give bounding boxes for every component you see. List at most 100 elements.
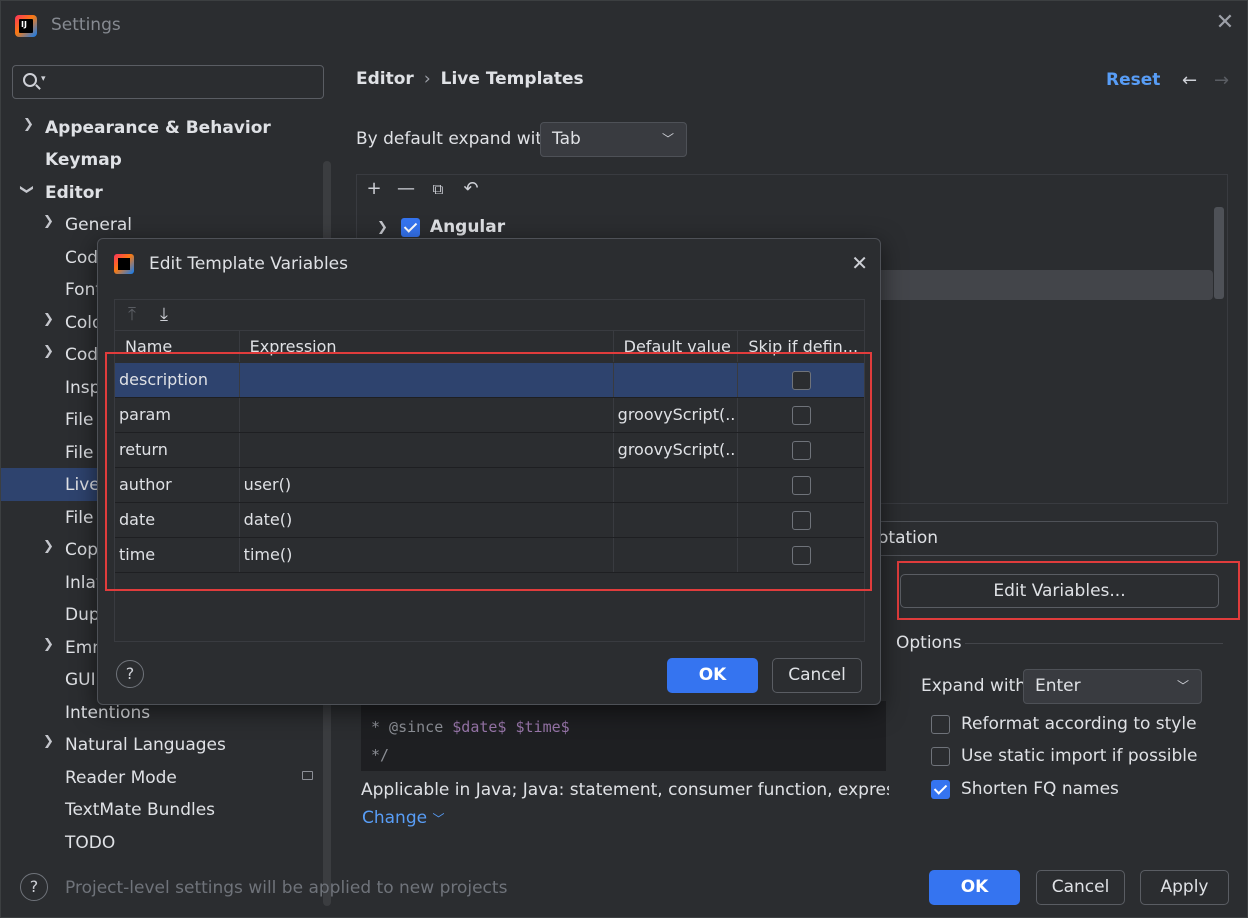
- chevron-down-icon[interactable]: ❯: [19, 184, 34, 195]
- chevron-right-icon[interactable]: ❯: [43, 312, 54, 327]
- move-up-icon[interactable]: ⤒: [120, 303, 144, 327]
- chevron-right-icon[interactable]: ❯: [23, 117, 34, 132]
- variable-default[interactable]: groovyScript(...: [614, 433, 739, 467]
- variable-expression[interactable]: time(): [240, 538, 614, 572]
- variable-expression[interactable]: [240, 433, 614, 467]
- sidebar-item-file-2[interactable]: File: [65, 437, 93, 469]
- variable-expression[interactable]: [240, 363, 614, 397]
- sidebar-item-general[interactable]: General: [65, 209, 132, 241]
- search-input[interactable]: ▾: [12, 65, 324, 99]
- change-link[interactable]: Change ﹀: [362, 808, 445, 828]
- variable-default[interactable]: groovyScript(...: [614, 398, 739, 432]
- variable-name[interactable]: return: [115, 433, 240, 467]
- chevron-right-icon[interactable]: ❯: [43, 734, 54, 749]
- variable-name[interactable]: author: [115, 468, 240, 502]
- variable-expression[interactable]: user(): [240, 468, 614, 502]
- window-title: Settings: [51, 15, 121, 35]
- chevron-down-icon: ﹀: [432, 812, 445, 826]
- shorten-fq-checkbox[interactable]: [931, 779, 950, 799]
- dialog-ok-button[interactable]: OK: [667, 658, 758, 693]
- close-icon[interactable]: ✕: [851, 251, 868, 275]
- skip-checkbox[interactable]: [791, 545, 811, 565]
- chevron-right-icon[interactable]: ❯: [43, 214, 54, 229]
- sidebar-item-duplicates[interactable]: Dup: [65, 599, 100, 631]
- forward-arrow-icon[interactable]: →: [1214, 70, 1229, 91]
- help-icon[interactable]: ?: [20, 873, 48, 901]
- back-arrow-icon[interactable]: ←: [1182, 70, 1197, 91]
- reset-link[interactable]: Reset: [1106, 70, 1160, 90]
- template-group-angular[interactable]: ❯ Angular: [377, 213, 505, 241]
- table-row[interactable]: author user(): [115, 468, 864, 503]
- variable-default[interactable]: [614, 468, 739, 502]
- column-expression[interactable]: Expression: [240, 331, 614, 362]
- skip-checkbox[interactable]: [791, 440, 811, 460]
- variable-expression[interactable]: date(): [240, 503, 614, 537]
- column-skip-if-defined[interactable]: Skip if defin...: [738, 331, 864, 362]
- variable-expression[interactable]: [240, 398, 614, 432]
- static-import-checkbox[interactable]: [931, 746, 950, 766]
- chevron-right-icon[interactable]: ❯: [43, 344, 54, 359]
- breadcrumb-editor[interactable]: Editor: [356, 69, 414, 89]
- edit-template-variables-dialog: Edit Template Variables ✕ ⤒ ⤓ Name Expre…: [97, 238, 881, 705]
- dialog-cancel-button[interactable]: Cancel: [772, 658, 862, 693]
- variable-name[interactable]: time: [115, 538, 240, 572]
- variable-default[interactable]: [614, 538, 739, 572]
- reformat-checkbox[interactable]: [931, 714, 950, 734]
- cancel-button[interactable]: Cancel: [1036, 870, 1125, 905]
- angular-checkbox[interactable]: [400, 217, 420, 237]
- sidebar-item-file-3[interactable]: File: [65, 502, 93, 534]
- sidebar-item-editor[interactable]: Editor: [45, 177, 103, 209]
- column-default-value[interactable]: Default value: [614, 331, 739, 362]
- sidebar-item-inspections[interactable]: Insp: [65, 372, 100, 404]
- sidebar-item-reader-mode[interactable]: Reader Mode: [65, 762, 177, 794]
- sidebar-item-natural-languages[interactable]: Natural Languages: [65, 729, 226, 761]
- templates-scrollbar[interactable]: [1214, 207, 1224, 299]
- table-row[interactable]: time time(): [115, 538, 864, 573]
- sidebar-item-todo[interactable]: TODO: [65, 827, 115, 859]
- sidebar-item-keymap[interactable]: Keymap: [45, 144, 122, 176]
- reformat-label: Reformat according to style: [961, 714, 1197, 734]
- sidebar-item-gui-designer[interactable]: GUI: [65, 664, 96, 696]
- close-icon[interactable]: ✕: [1215, 12, 1235, 34]
- options-expand-with-select[interactable]: Enter ﹀: [1023, 669, 1202, 704]
- variable-default[interactable]: [614, 503, 739, 537]
- ok-button[interactable]: OK: [929, 870, 1020, 905]
- move-down-icon[interactable]: ⤓: [152, 303, 176, 327]
- sidebar-item-appearance-behavior[interactable]: Appearance & Behavior: [45, 112, 271, 144]
- chevron-right-icon[interactable]: ❯: [43, 539, 54, 554]
- sidebar-item-textmate-bundles[interactable]: TextMate Bundles: [65, 794, 215, 826]
- chevron-right-icon[interactable]: ❯: [43, 637, 54, 652]
- column-name[interactable]: Name: [115, 331, 240, 362]
- variable-name[interactable]: param: [115, 398, 240, 432]
- description-field[interactable]: otation: [869, 521, 1218, 556]
- shorten-fq-checkbox-row[interactable]: Shorten FQ names: [931, 777, 1119, 801]
- skip-checkbox[interactable]: [791, 405, 811, 425]
- table-row[interactable]: param groovyScript(...: [115, 398, 864, 433]
- skip-checkbox[interactable]: [791, 510, 811, 530]
- table-row[interactable]: date date(): [115, 503, 864, 538]
- skip-checkbox[interactable]: [791, 370, 811, 390]
- table-row[interactable]: description: [115, 363, 864, 398]
- sidebar-item-live-templates[interactable]: Live: [65, 469, 100, 501]
- template-text-editor[interactable]: * @since $date$ $time$ */: [361, 701, 886, 771]
- edit-variables-label: Edit Variables...: [993, 581, 1126, 601]
- help-icon[interactable]: ?: [116, 660, 144, 688]
- remove-icon[interactable]: —: [394, 177, 418, 201]
- expand-with-select[interactable]: Tab ﹀: [540, 122, 687, 157]
- skip-checkbox[interactable]: [791, 475, 811, 495]
- add-icon[interactable]: +: [362, 177, 386, 201]
- variable-name[interactable]: description: [115, 363, 240, 397]
- reformat-checkbox-row[interactable]: Reformat according to style: [931, 712, 1197, 736]
- table-row[interactable]: return groovyScript(...: [115, 433, 864, 468]
- variable-name[interactable]: date: [115, 503, 240, 537]
- chevron-down-icon[interactable]: ▾: [41, 74, 46, 84]
- apply-button[interactable]: Apply: [1140, 870, 1229, 905]
- edit-variables-button[interactable]: Edit Variables...: [900, 574, 1219, 608]
- undo-icon[interactable]: ↶: [459, 177, 483, 201]
- variable-default[interactable]: [614, 363, 739, 397]
- static-import-checkbox-row[interactable]: Use static import if possible: [931, 744, 1198, 768]
- variables-toolbar: ⤒ ⤓: [115, 300, 864, 331]
- copy-icon[interactable]: ⧉: [426, 177, 450, 201]
- chevron-right-icon[interactable]: ❯: [377, 220, 388, 235]
- sidebar-item-file-1[interactable]: File: [65, 404, 93, 436]
